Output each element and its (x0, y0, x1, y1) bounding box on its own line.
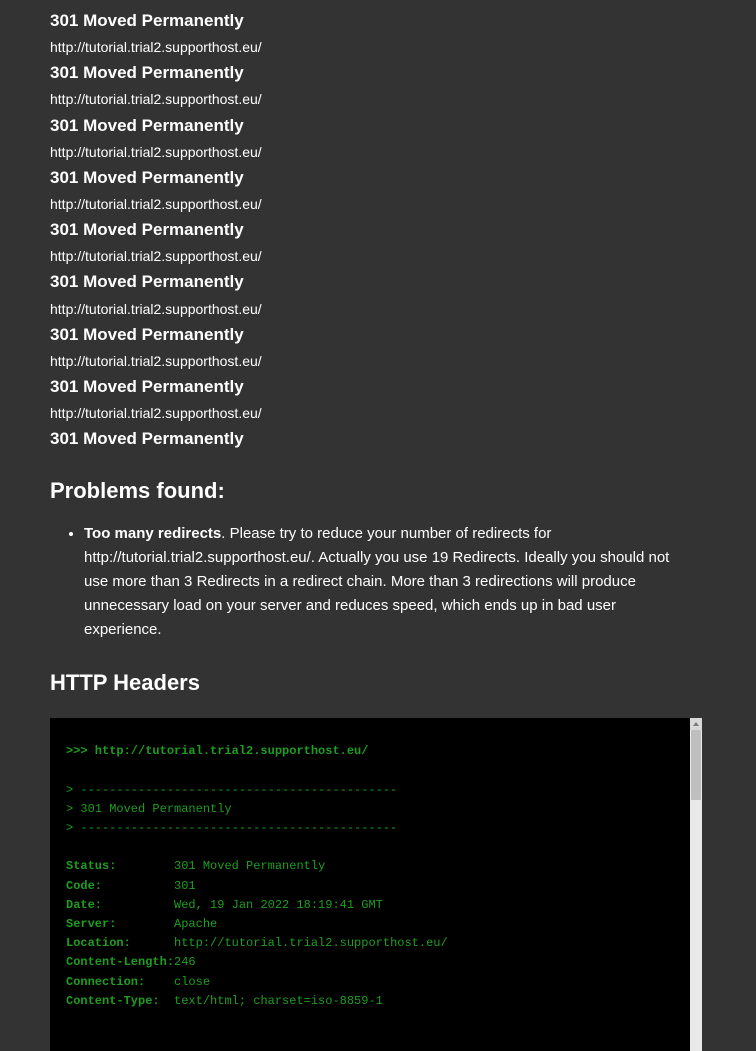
status-heading: 301 Moved Permanently (50, 271, 696, 293)
redirect-entry: 301 Moved Permanently http://tutorial.tr… (50, 62, 696, 108)
status-heading: 301 Moved Permanently (50, 115, 696, 137)
redirect-url: http://tutorial.trial2.supporthost.eu/ (50, 247, 696, 265)
problem-item: Too many redirects. Please try to reduce… (84, 522, 696, 642)
problems-list: Too many redirects. Please try to reduce… (50, 522, 696, 642)
http-headers-title: HTTP Headers (50, 670, 696, 696)
status-heading: 301 Moved Permanently (50, 219, 696, 241)
terminal-output: >>> http://tutorial.trial2.supporthost.e… (50, 718, 690, 1051)
redirect-entry: 301 Moved Permanently http://tutorial.tr… (50, 271, 696, 317)
redirect-url: http://tutorial.trial2.supporthost.eu/ (50, 404, 696, 422)
redirect-entry: 301 Moved Permanently http://tutorial.tr… (50, 167, 696, 213)
redirect-entry: 301 Moved Permanently http://tutorial.tr… (50, 324, 696, 370)
scrollbar-arrow-up-icon[interactable] (690, 718, 702, 730)
status-heading: 301 Moved Permanently (50, 324, 696, 346)
status-heading: 301 Moved Permanently (50, 167, 696, 189)
problems-title: Problems found: (50, 478, 696, 504)
status-heading: 301 Moved Permanently (50, 428, 696, 450)
redirect-url: http://tutorial.trial2.supporthost.eu/ (50, 90, 696, 108)
redirect-url: http://tutorial.trial2.supporthost.eu/ (50, 300, 696, 318)
main-content: 301 Moved Permanently http://tutorial.tr… (0, 0, 756, 696)
redirect-entry: 301 Moved Permanently http://tutorial.tr… (50, 376, 696, 422)
redirect-url: http://tutorial.trial2.supporthost.eu/ (50, 352, 696, 370)
scrollbar-thumb[interactable] (691, 730, 701, 800)
redirect-url: http://tutorial.trial2.supporthost.eu/ (50, 143, 696, 161)
redirect-url: http://tutorial.trial2.supporthost.eu/ (50, 38, 696, 56)
terminal-wrapper: >>> http://tutorial.trial2.supporthost.e… (50, 718, 702, 1051)
status-heading: 301 Moved Permanently (50, 376, 696, 398)
redirect-entry: 301 Moved Permanently http://tutorial.tr… (50, 219, 696, 265)
problem-item-bold: Too many redirects (84, 525, 221, 542)
redirect-list: 301 Moved Permanently http://tutorial.tr… (50, 10, 696, 450)
redirect-url: http://tutorial.trial2.supporthost.eu/ (50, 195, 696, 213)
redirect-entry: 301 Moved Permanently http://tutorial.tr… (50, 10, 696, 56)
redirect-entry: 301 Moved Permanently http://tutorial.tr… (50, 115, 696, 161)
status-heading: 301 Moved Permanently (50, 10, 696, 32)
status-heading: 301 Moved Permanently (50, 62, 696, 84)
scrollbar-track[interactable] (690, 718, 702, 1051)
